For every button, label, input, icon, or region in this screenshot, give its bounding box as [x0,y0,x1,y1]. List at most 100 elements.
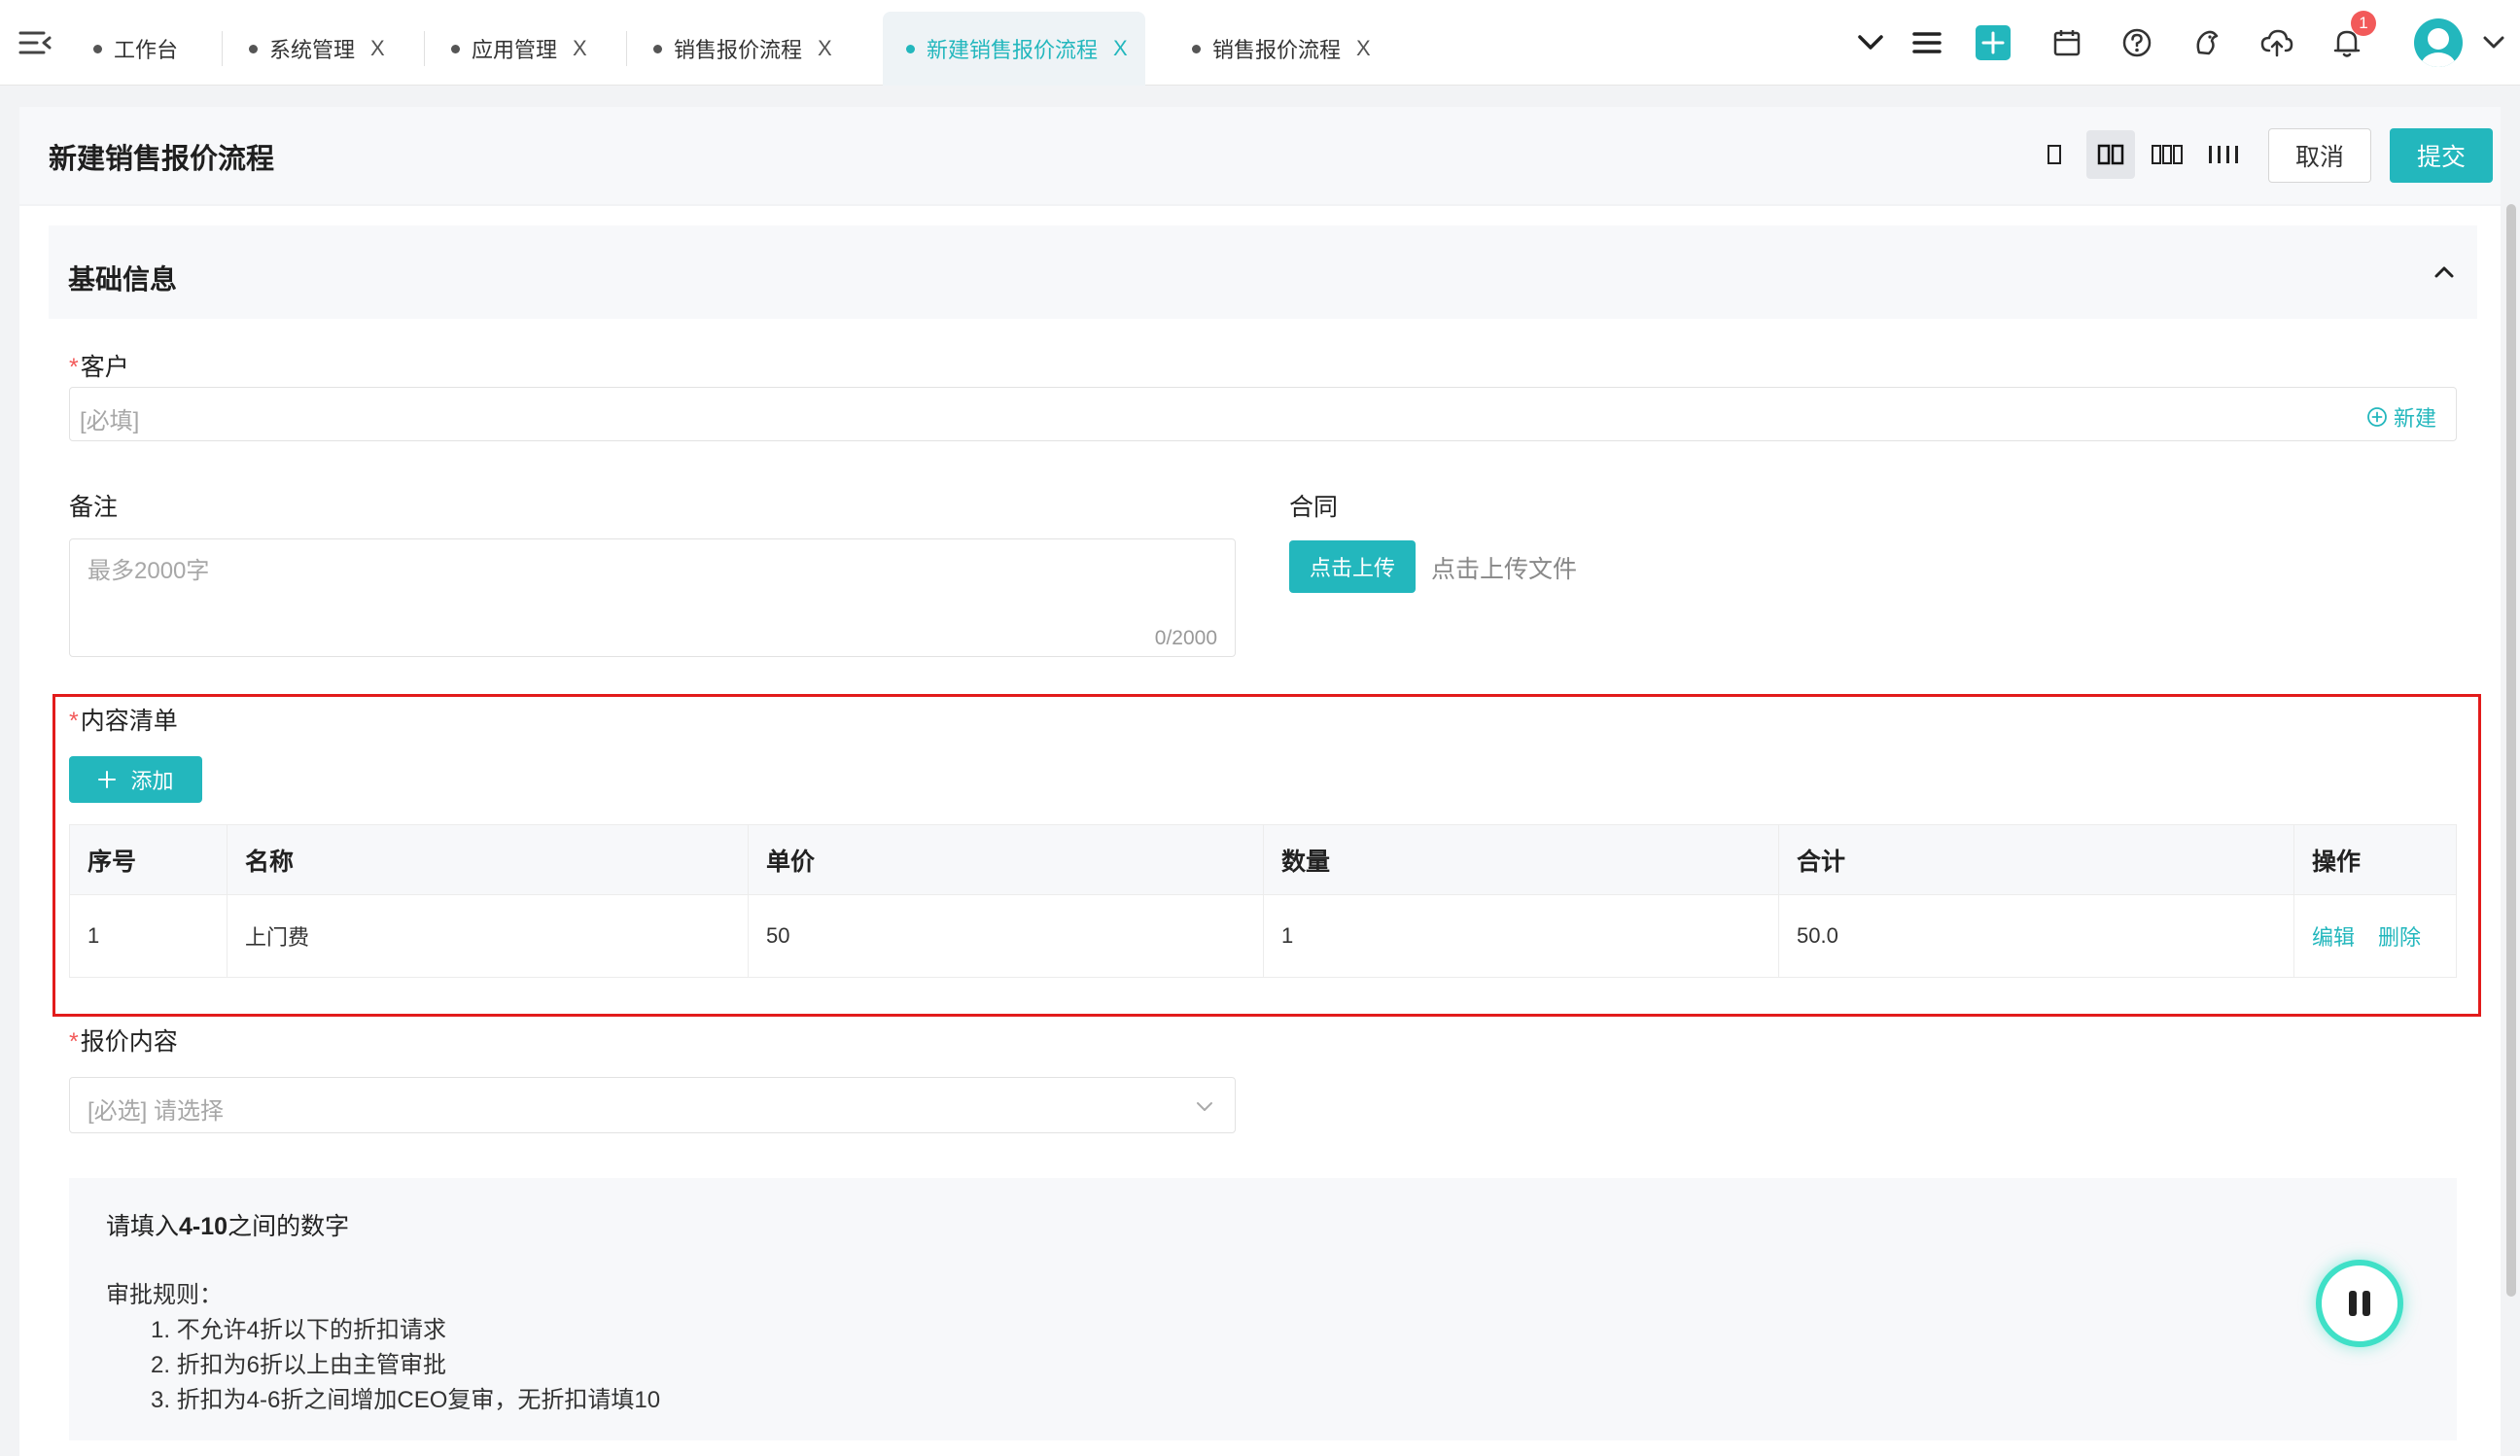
contract-label: 合同 [1289,494,1339,521]
cell-price: 50 [749,895,1264,977]
add-button-label: 添加 [130,769,174,793]
tab-label: 新建销售报价流程 [927,38,1099,62]
submit-button[interactable]: 提交 [2390,128,2493,183]
upload-hint: 点击上传文件 [1431,556,1578,583]
remark-label: 备注 [69,494,119,521]
notice-title-prefix: 请填入 [106,1213,180,1240]
tab-dot [249,44,258,53]
quote-label-text: 报价内容 [80,1028,178,1056]
required-mark: * [69,354,79,381]
customer-placeholder: [必填] [80,408,140,434]
column-header-price: 单价 [749,825,1264,894]
page-header: 新建销售报价流程 取消 提交 [19,107,2501,204]
calendar-icon[interactable] [2048,23,2086,62]
edit-link[interactable]: 编辑 [2312,920,2355,952]
tab-close-icon[interactable]: X [573,36,587,61]
notice-title-range: 4-10 [179,1213,228,1240]
layout-four-column-button[interactable] [2199,130,2248,179]
column-header-actions: 操作 [2312,848,2362,876]
tab-close-icon[interactable]: X [370,36,385,61]
form-content: 基础信息 *客户 [必填] 新建 备注 最多2000字 0/2000 合同 点击… [19,206,2501,1456]
items-table: 序号 名称 单价 数量 合计 操作 1 上门费 50 1 50.0 编辑 删除 [69,824,2457,978]
notice-title-suffix: 之间的数字 [228,1213,350,1240]
upload-button[interactable]: 点击上传 [1289,540,1416,593]
tab-divider [424,31,425,66]
table-header-row: 序号 名称 单价 数量 合计 操作 [70,825,2456,895]
tab-label: 销售报价流程 [1212,38,1342,62]
tab-label: 工作台 [114,38,179,62]
caret-down-icon[interactable] [2479,23,2508,62]
required-mark: * [69,1028,79,1056]
required-mark: * [69,708,79,735]
notice-title: 请填入4-10之间的数字 [106,1207,349,1242]
delete-link[interactable]: 删除 [2378,920,2421,952]
tab-sales-quote-process[interactable]: 销售报价流程 X [653,12,832,86]
cloud-upload-icon[interactable] [2258,23,2296,62]
cell-name: 上门费 [228,895,749,977]
add-item-button[interactable]: 添加 [69,756,202,803]
new-link-label: 新建 [2393,406,2436,431]
tab-app-management[interactable]: 应用管理 X [451,12,587,86]
tab-close-icon[interactable]: X [1356,36,1371,61]
tab-divider [222,31,223,66]
layout-one-column-button[interactable] [2030,130,2079,179]
tab-dot [906,44,915,53]
tab-new-sales-quote-process[interactable]: 新建销售报价流程 X [883,12,1145,86]
remark-counter: 0/2000 [1154,627,1217,649]
column-header-total: 合计 [1779,825,2294,894]
chevron-down-icon [1194,1095,1215,1117]
rules-label: 审批规则： [106,1282,223,1308]
cell-total: 50.0 [1779,895,2294,977]
tab-label: 系统管理 [269,38,356,62]
tab-workbench[interactable]: 工作台 [93,12,178,86]
layout-two-column-button[interactable] [2086,130,2135,179]
chevron-down-icon[interactable] [1851,23,1890,62]
pause-button[interactable] [2316,1260,2403,1347]
page-title: 新建销售报价流程 [49,144,275,175]
quote-label: *报价内容 [69,1023,178,1057]
tab-divider [626,31,627,66]
layout-three-column-button[interactable] [2143,130,2191,179]
notification-badge: 1 [2351,11,2376,36]
approval-notice: 请填入4-10之间的数字 审批规则： 1. 不允许4折以下的折扣请求 2. 折扣… [69,1178,2457,1440]
quote-select[interactable]: [必选] 请选择 [69,1077,1236,1133]
tab-dot [653,44,662,53]
column-header-name: 名称 [228,825,749,894]
tab-sales-quote-process-2[interactable]: 销售报价流程 X [1192,12,1371,86]
plus-icon [98,771,117,788]
chevron-up-icon[interactable] [2427,255,2462,290]
rule-item: 2. 折扣为6折以上由主管审批 [151,1352,447,1378]
new-customer-link[interactable]: 新建 [2366,401,2436,433]
tab-label: 应用管理 [472,38,558,62]
rule-item: 3. 折扣为4-6折之间增加CEO复审，无折扣请填10 [151,1387,661,1413]
list-icon[interactable] [1908,23,1946,62]
customer-input[interactable]: [必填] 新建 [69,387,2457,441]
column-header-index: 序号 [70,825,228,894]
tab-close-icon[interactable]: X [818,36,832,61]
items-label-text: 内容清单 [80,708,178,735]
tab-dot [93,44,102,53]
pause-icon [2349,1291,2370,1316]
plus-square-icon[interactable] [1974,23,2012,62]
customer-label-text: 客户 [80,354,129,381]
column-header-qty: 数量 [1264,825,1779,894]
rule-item: 1. 不允许4折以下的折扣请求 [151,1317,447,1343]
section-title: 基础信息 [68,264,178,295]
remark-textarea[interactable]: 最多2000字 0/2000 [69,538,1236,657]
tab-label: 销售报价流程 [674,38,803,62]
page-scrollbar[interactable] [2506,204,2516,1297]
help-icon[interactable] [2118,23,2156,62]
tab-system-management[interactable]: 系统管理 X [249,12,385,86]
section-header[interactable]: 基础信息 [49,225,2477,319]
plus-circle-icon [2367,407,2387,427]
table-row: 1 上门费 50 1 50.0 编辑 删除 [70,895,2456,977]
tab-close-icon[interactable]: X [1113,36,1128,61]
avatar[interactable] [2411,16,2466,70]
cell-qty: 1 [1264,895,1779,977]
menu-toggle-icon[interactable] [18,25,52,60]
cell-actions: 编辑 删除 [2294,895,2456,977]
cancel-button[interactable]: 取消 [2268,128,2371,183]
remark-placeholder: 最多2000字 [88,558,210,584]
tab-dot [451,44,460,53]
bird-icon[interactable] [2188,23,2226,62]
